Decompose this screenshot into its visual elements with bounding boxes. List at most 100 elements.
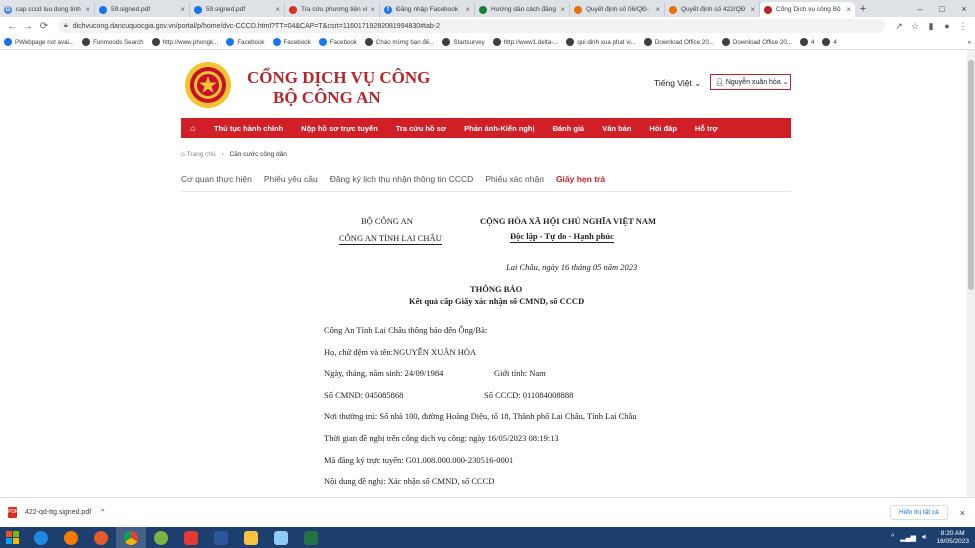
close-icon[interactable]: × (370, 5, 375, 14)
nav-van-ban[interactable]: Văn bản (593, 124, 640, 133)
police-emblem-icon (764, 5, 772, 14)
chevron-up-icon[interactable]: ^ (101, 509, 104, 516)
close-icon[interactable]: × (846, 5, 851, 14)
menu-icon[interactable]: ⋮ (955, 21, 971, 32)
network-icon[interactable]: ▂▄▆ (900, 534, 916, 542)
clock[interactable]: 8:20 AM 16/05/2023 (936, 530, 969, 546)
nav-thu-tuc[interactable]: Thủ tục hành chính (205, 124, 292, 133)
home-icon[interactable]: ⌂ (181, 123, 205, 133)
nav-danh-gia[interactable]: Đánh giá (544, 124, 594, 133)
bookmark-item[interactable]: Facebook (318, 38, 357, 46)
page-icon (4, 38, 12, 46)
browser-tab[interactable]: 59.signed.pdf × (190, 2, 285, 17)
taskbar-app[interactable] (266, 527, 296, 548)
close-icon[interactable]: × (275, 5, 280, 14)
browser-tab[interactable]: Hướng dẫn cách đăng × (475, 2, 570, 17)
language-selector[interactable]: Tiếng Việt ⌄ (654, 78, 701, 89)
bookmark-item[interactable]: Funmoods Search (82, 38, 144, 46)
nav-phan-anh[interactable]: Phản ánh-Kiến nghị (455, 124, 543, 133)
address-bar[interactable]: 🔒︎ dichvucong.dancuquocgia.gov.vn/portal… (58, 19, 885, 33)
taskbar-app-active[interactable] (116, 527, 146, 548)
taskbar-app[interactable] (236, 527, 266, 548)
google-icon: G (4, 5, 12, 14)
bookmarks-bar: PWebpage not avai... Funmoods Search htt… (0, 35, 975, 50)
bookmark-item[interactable]: 4 (822, 38, 837, 46)
new-tab-button[interactable]: + (855, 2, 871, 17)
star-icon[interactable]: ☆ (907, 21, 923, 32)
close-icon[interactable]: × (180, 5, 185, 14)
browser-tab-active[interactable]: Cổng Dịch vụ công Bộ × (760, 2, 855, 17)
bookmark-item[interactable]: http://www1.delta-... (492, 38, 558, 46)
taskbar-app[interactable] (26, 527, 56, 548)
close-icon[interactable]: × (655, 5, 660, 14)
close-icon[interactable]: × (465, 5, 470, 14)
globe-icon (643, 38, 652, 46)
browser-tab[interactable]: Tra cứu phương tiện vi × (285, 2, 380, 17)
taskbar-app[interactable] (56, 527, 86, 548)
tab-co-quan[interactable]: Cơ quan thực hiện (181, 174, 252, 191)
close-icon[interactable]: × (85, 5, 90, 14)
download-item[interactable]: PDF 422-qd-ttg.signed.pdf ^ (8, 507, 104, 518)
browser-tab[interactable]: Quyết định số 06/QĐ- × (570, 2, 665, 17)
browser-toolbar: ← → ⟳ 🔒︎ dichvucong.dancuquocgia.gov.vn/… (0, 17, 975, 35)
back-icon[interactable]: ← (4, 21, 20, 32)
browser-tab[interactable]: 59.signed.pdf × (95, 2, 190, 17)
taskbar-app[interactable] (296, 527, 326, 548)
more-bookmarks-icon[interactable]: » (968, 39, 971, 46)
start-button[interactable] (0, 527, 26, 548)
browser-tab[interactable]: f Đăng nhập Facebook × (380, 2, 475, 17)
close-icon[interactable]: × (960, 508, 965, 518)
sidebar-icon[interactable]: ▮ (923, 21, 939, 32)
close-window-icon[interactable]: × (953, 4, 975, 14)
tab-dang-ky-lich[interactable]: Đăng ký lịch thu nhận thông tin CCCD (330, 174, 474, 191)
nav-ho-tro[interactable]: Hỗ trợ (686, 124, 727, 133)
pdf-icon: PDF (8, 507, 18, 518)
bookmark-item[interactable]: PWebpage not avai... (4, 38, 74, 46)
bookmark-item[interactable]: Startsurvey (442, 38, 485, 46)
show-all-downloads-button[interactable]: Hiển thị tất cả (889, 505, 948, 520)
nav-hoi-dap[interactable]: Hỏi đáp (640, 124, 686, 133)
tab-phieu-yeu-cau[interactable]: Phiếu yêu cầu (264, 174, 318, 191)
chevron-down-icon: ⌄ (782, 79, 789, 86)
tab-giay-hen-tra[interactable]: Giấy hẹn trả (556, 174, 605, 191)
browser-tab[interactable]: Gcap cccd luu dong tinh × (0, 2, 95, 17)
user-menu[interactable]: 👤︎ Nguyễn xuân hòa ⌄ (710, 74, 791, 90)
bookmark-item[interactable]: qui dinh xua phat vi... (566, 38, 636, 46)
bookmark-item[interactable]: Facebook (272, 38, 311, 46)
chevron-up-icon[interactable]: ^ (891, 534, 894, 541)
page-tabs: Cơ quan thực hiện Phiếu yêu cầu Đăng ký … (181, 174, 791, 192)
bookmark-item[interactable]: http://www.phongk... (151, 38, 218, 46)
word-icon (214, 530, 228, 545)
profile-icon[interactable]: ● (939, 21, 955, 31)
volume-icon[interactable]: 🔊︎ (922, 534, 926, 542)
scrollbar-thumb[interactable] (968, 60, 974, 290)
nav-tra-cuu[interactable]: Tra cứu hồ sơ (387, 124, 455, 133)
lock-icon[interactable]: 🔒︎ (64, 22, 68, 30)
tab-phieu-xac-nhan[interactable]: Phiếu xác nhận (485, 174, 544, 191)
police-emblem-icon (185, 62, 231, 108)
minimize-icon[interactable]: – (909, 4, 931, 14)
breadcrumb-home[interactable]: Trang chủ (187, 151, 216, 158)
download-bar: PDF 422-qd-ttg.signed.pdf ^ Hiển thị tất… (0, 497, 975, 527)
bookmark-item[interactable]: 4 (799, 38, 814, 46)
nav-nop-ho-so[interactable]: Nộp hồ sơ trực tuyến (292, 124, 387, 133)
close-icon[interactable]: × (560, 5, 565, 14)
bookmark-item[interactable]: Chào mừng bạn đế... (364, 38, 434, 46)
taskbar-app[interactable] (176, 527, 206, 548)
taskbar-app[interactable] (146, 527, 176, 548)
download-filename: 422-qd-ttg.signed.pdf (25, 509, 92, 516)
taskbar-app[interactable] (206, 527, 236, 548)
close-icon[interactable]: × (750, 5, 755, 14)
reload-icon[interactable]: ⟳ (36, 21, 52, 32)
paint-icon (274, 530, 288, 545)
bookmark-item[interactable]: Download Office 20... (643, 38, 714, 46)
share-icon[interactable]: ↗ (891, 21, 907, 32)
taskbar-app[interactable] (86, 527, 116, 548)
content-line: Nội dung đề nghị: Xác nhận số CMND, số C… (324, 476, 495, 486)
maximize-icon[interactable]: □ (931, 4, 953, 14)
facebook-icon: f (384, 5, 392, 14)
bookmark-item[interactable]: Download Office 20... (721, 38, 792, 46)
forward-icon[interactable]: → (20, 21, 36, 32)
browser-tab[interactable]: Quyết định số 422/QĐ × (665, 2, 760, 17)
bookmark-item[interactable]: Facebook (226, 38, 265, 46)
